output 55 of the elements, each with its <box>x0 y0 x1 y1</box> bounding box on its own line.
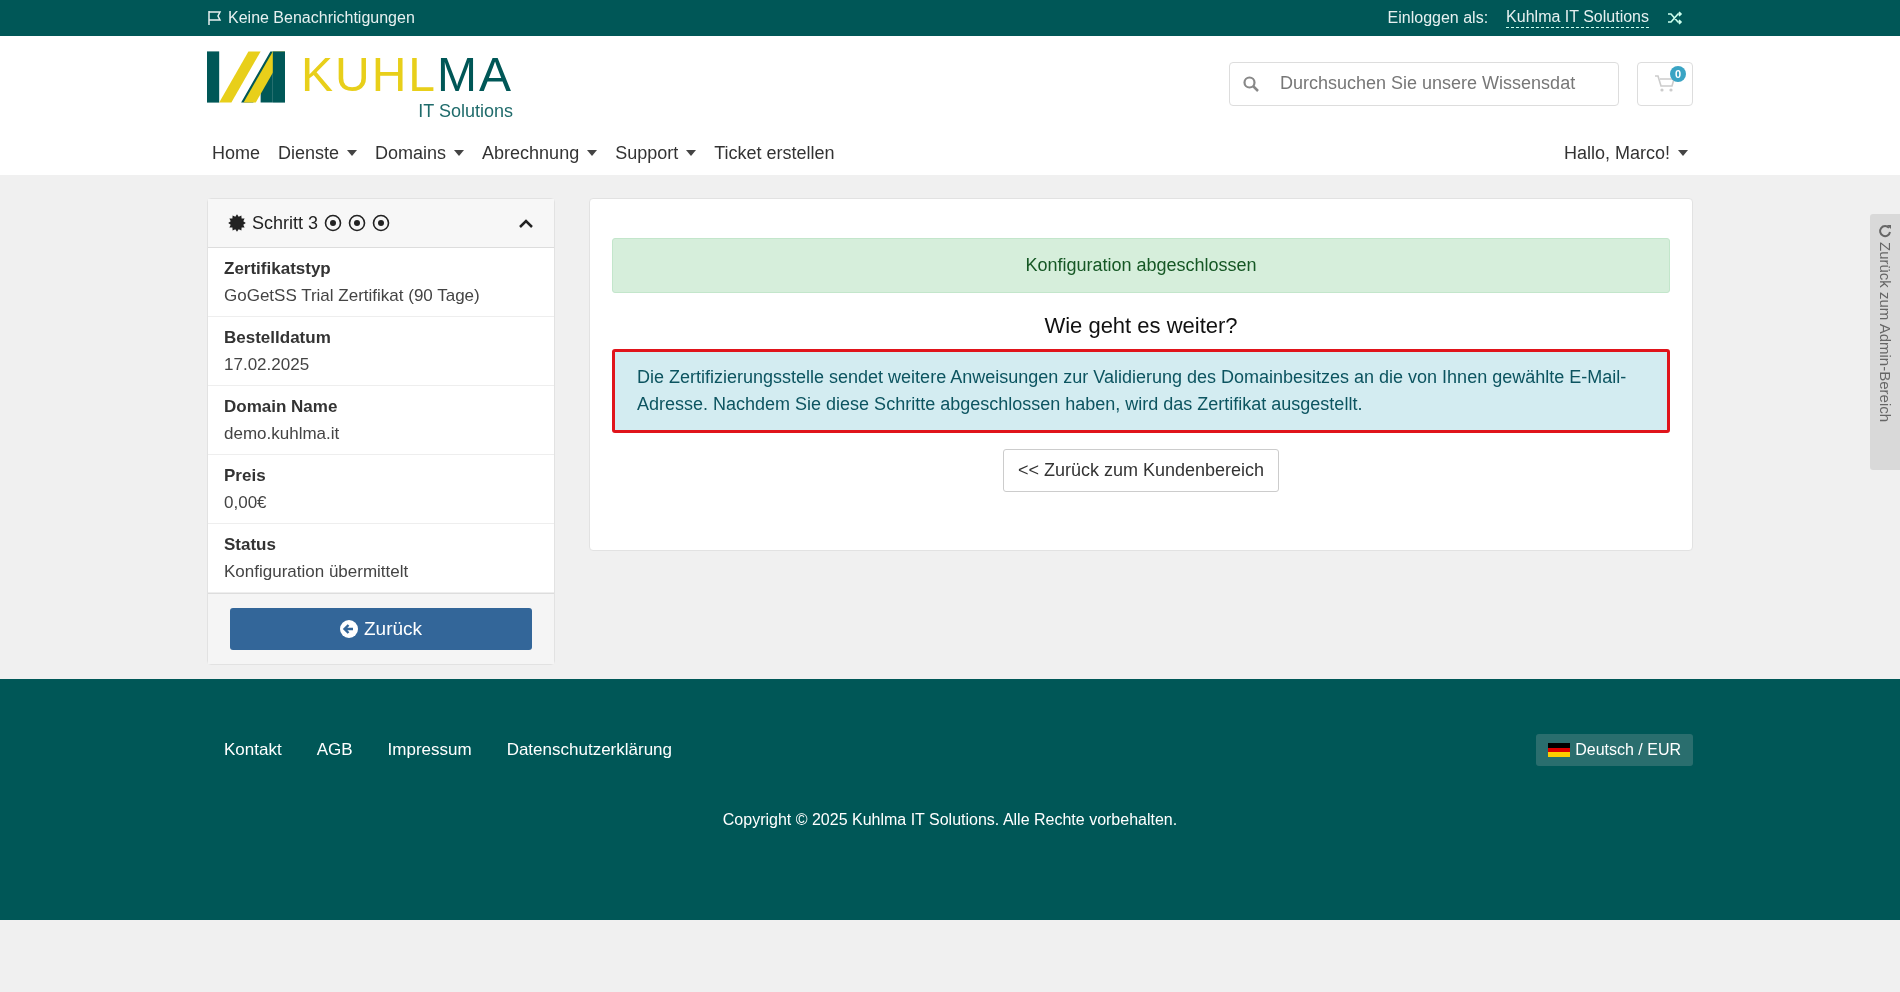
footer-link[interactable]: Impressum <box>387 740 472 760</box>
nav-menu-item[interactable]: Home <box>207 136 265 170</box>
logo-wordmark[interactable]: KUHLMA <box>301 51 514 99</box>
nav-menu-item[interactable]: Abrechnung <box>477 136 603 170</box>
footer-link[interactable]: Datenschutzerklärung <box>506 740 672 760</box>
dot-circle-icon <box>348 214 367 232</box>
user-menu[interactable]: Hallo, Marco! <box>1558 136 1693 170</box>
field-label: Preis <box>224 466 267 486</box>
field-value: 0,00€ <box>224 493 268 513</box>
arrow-left-circle-icon <box>339 620 358 638</box>
nav-menu-item[interactable]: Dienste <box>273 136 363 170</box>
field-label: Zertifikatstyp <box>224 259 332 279</box>
flag-icon <box>1548 743 1571 757</box>
search-field[interactable]: Durchsuchen Sie unsere Wissensdat <box>1229 61 1619 106</box>
dot-circle-icon <box>324 214 343 232</box>
caret-icon <box>454 150 465 156</box>
footer-link[interactable]: Kontakt <box>224 740 282 760</box>
field-value: 17.02.2025 <box>224 355 311 375</box>
nav-menu-item[interactable]: Ticket erstellen <box>709 136 840 170</box>
collapse-chevron-icon[interactable] <box>518 218 534 228</box>
caret-icon <box>587 150 598 156</box>
admin-area-tab[interactable]: Zurück zum Admin-Bereich <box>1870 214 1900 470</box>
info-alert: Die Zertifizierungsstelle sendet weitere Anweisungen zur Validierung des Domainbesitzes an die von Ihnen gewählte E-Mail-Adresse. Nachdem Sie diese Schritte abgeschlossen haben, wird das Zertifikat ausgestellt. <box>612 349 1670 433</box>
back-to-client-area-button[interactable]: << Zurück zum Kundenbereich <box>1002 449 1280 492</box>
language-button[interactable]: Deutsch / EUR <box>1536 734 1693 766</box>
success-alert: Konfiguration abgeschlossen <box>612 238 1670 293</box>
logo-mark-icon <box>207 51 285 103</box>
field-label: Domain Name <box>224 397 339 417</box>
caret-icon <box>1678 150 1688 156</box>
field-value: GoGetSS Trial Zertifikat (90 Tage) <box>224 286 481 306</box>
caret-icon <box>347 150 358 156</box>
field-label: Bestelldatum <box>224 328 332 348</box>
footer-link[interactable]: AGB <box>316 740 353 760</box>
caret-icon <box>686 150 697 156</box>
notifications-text[interactable]: Keine Benachrichtigungen <box>228 9 415 27</box>
refresh-icon <box>1878 224 1892 238</box>
logo-tagline: IT Solutions <box>418 101 514 122</box>
certificate-icon <box>228 214 246 232</box>
cart-icon <box>1655 74 1675 93</box>
nav-menu-item[interactable]: Support <box>610 136 702 170</box>
field-value: Konfiguration übermittelt <box>224 562 410 582</box>
shuffle-icon[interactable] <box>1667 11 1683 25</box>
flag-icon <box>207 10 223 26</box>
section-heading: Wie geht es weiter? <box>1044 313 1238 339</box>
cart-count-badge: 0 <box>1670 65 1686 82</box>
dot-circle-icon <box>372 214 391 232</box>
login-label: Einloggen als: <box>1387 9 1489 27</box>
back-button[interactable]: Zurück <box>230 608 532 650</box>
field-label: Status <box>224 535 277 555</box>
copyright-text: Copyright © 2025 Kuhlma IT Solutions. Alle Rechte vorbehalten. <box>721 811 1179 829</box>
field-value: demo.kuhlma.it <box>224 424 341 444</box>
nav-menu-item[interactable]: Domains <box>370 136 470 170</box>
search-icon <box>1243 75 1259 92</box>
step-title: Schritt 3 <box>252 212 319 234</box>
login-account-link[interactable]: Kuhlma IT Solutions <box>1506 8 1649 28</box>
